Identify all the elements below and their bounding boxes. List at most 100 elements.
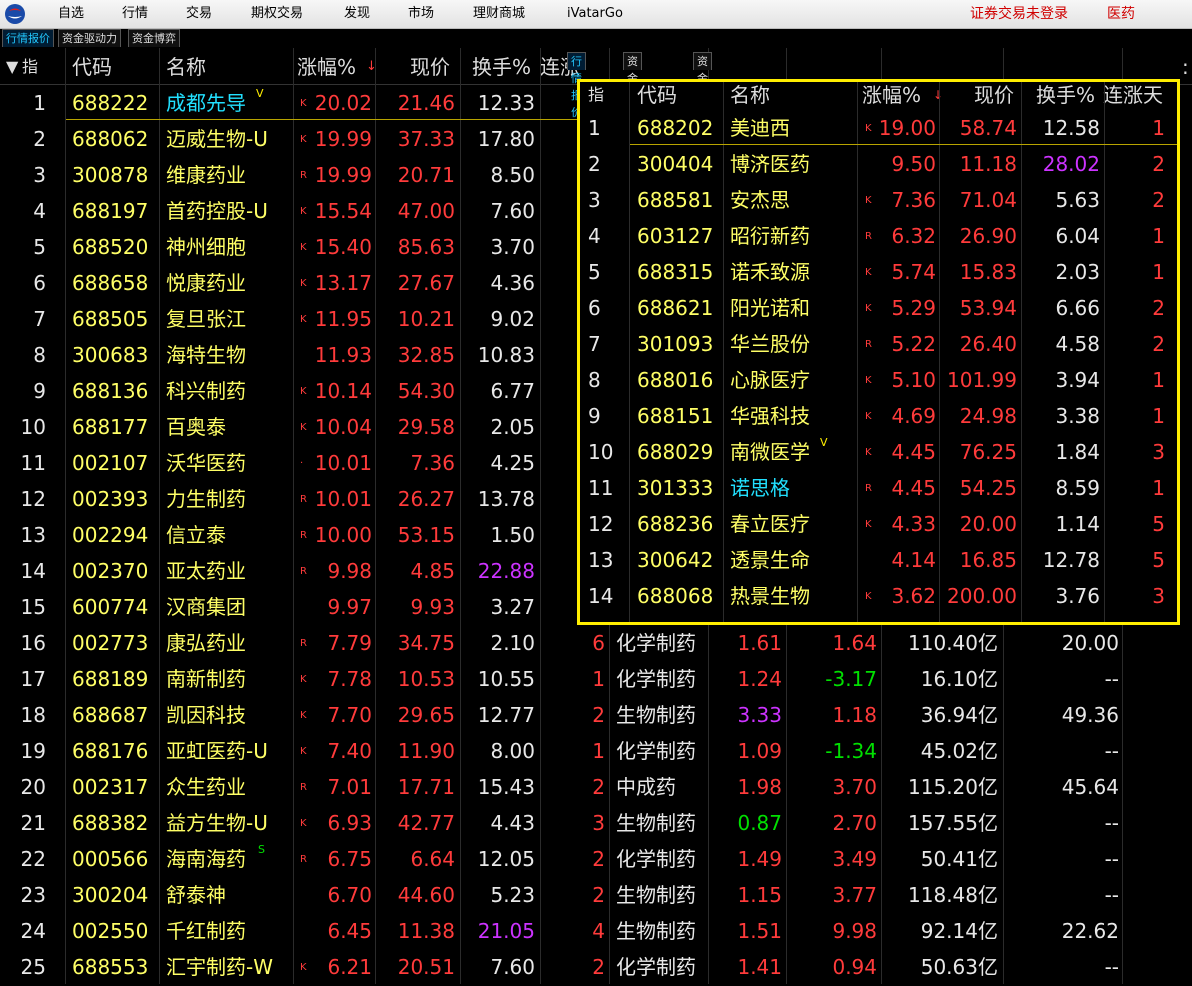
col-header-name[interactable]: 名称 xyxy=(166,48,206,84)
table-row[interactable]: 19 688176 亚虹医药-U K 7.40 11.90 8.00 1 化学制药 1.09 -1.… xyxy=(0,732,1192,768)
stock-name: 汇宇制药-W xyxy=(166,955,273,979)
menu-item-market[interactable]: 市场 xyxy=(408,0,434,28)
menu-item-ivatargo[interactable]: iVatarGo xyxy=(567,0,623,28)
popup-table-row[interactable]: 6 688621 阳光诺和 K 5.29 53.94 6.66 2 xyxy=(580,289,1177,325)
popup-col-header-turnover[interactable]: 换手% xyxy=(1036,82,1095,112)
popup-stock-code: 688315 xyxy=(637,260,714,284)
popup-table-row[interactable]: 14 688068 热景生物 K 3.62 200.00 3.76 3 xyxy=(580,577,1177,613)
popup-col-header-streak[interactable]: 连涨天 xyxy=(1103,82,1163,112)
popup-table-row[interactable]: 4 603127 昭衍新药 R 6.32 26.90 6.04 1 xyxy=(580,217,1177,253)
change-percent: 15.54 xyxy=(314,199,372,223)
industry-name: 化学制药 xyxy=(616,631,696,655)
menu-item-watchlist[interactable]: 自选 xyxy=(58,0,84,28)
popup-row-index: 1 xyxy=(588,116,601,140)
sort-desc-icon[interactable]: ▼ xyxy=(6,48,18,84)
table-row[interactable]: 17 688189 南新制药 K 7.78 10.53 10.55 1 化学制药 1.24 -3.1… xyxy=(0,660,1192,696)
popup-table-row[interactable]: 1 688202 美迪西 K 19.00 58.74 12.58 1 xyxy=(580,109,1177,145)
change-percent: 10.04 xyxy=(314,415,372,439)
app-logo-icon[interactable] xyxy=(4,3,26,25)
popup-table-row[interactable]: 10 688029 南微医学 V K 4.45 76.25 1.84 3 xyxy=(580,433,1177,469)
up-streak-days: 2 xyxy=(592,955,605,979)
col-header-change[interactable]: 涨幅% xyxy=(297,48,356,84)
market-cap: 157.55亿 xyxy=(908,811,998,835)
col-header-code[interactable]: 代码 xyxy=(72,48,112,84)
popup-table-row[interactable]: 2 300404 博济医药 9.50 11.18 28.02 2 xyxy=(580,145,1177,181)
menu-item-discover[interactable]: 发现 xyxy=(344,0,370,28)
popup-table-row[interactable]: 8 688016 心脉医疗 K 5.10 101.99 3.94 1 xyxy=(580,361,1177,397)
popup-col-header-price[interactable]: 现价 xyxy=(974,82,1014,112)
table-row[interactable]: 21 688382 益方生物-U K 6.93 42.77 4.43 3 生物制药 0.87 2.7… xyxy=(0,804,1192,840)
stock-tag-badge: S xyxy=(258,843,265,856)
market-cap: 45.02亿 xyxy=(920,739,998,763)
table-row[interactable]: 23 300204 舒泰神 6.70 44.60 5.23 2 生物制药 1.15 3.77 118… xyxy=(0,876,1192,912)
table-row[interactable]: 25 688553 汇宇制药-W K 6.21 20.51 7.60 2 化学制药 1.41 0.9… xyxy=(0,948,1192,984)
table-row[interactable]: 24 002550 千红制药 6.45 11.38 21.05 4 生物制药 1.51 9.98 9… xyxy=(0,912,1192,948)
metric-value-2: 2.70 xyxy=(832,811,877,835)
popup-col-header-code[interactable]: 代码 xyxy=(637,82,677,112)
popup-tab-capital-drive[interactable]: 资金驱动力 xyxy=(623,52,642,136)
popup-table-row[interactable]: 9 688151 华强科技 K 4.69 24.98 3.38 1 xyxy=(580,397,1177,433)
popup-stock-code: 688236 xyxy=(637,512,714,536)
tab-capital-game[interactable]: 资金博弈 xyxy=(128,29,180,47)
stock-name: 维康药业 xyxy=(166,163,246,187)
popup-up-streak-days: 1 xyxy=(1152,260,1165,284)
tab-capital-drive[interactable]: 资金驱动力 xyxy=(58,29,121,47)
metric-value-1: 1.15 xyxy=(737,883,782,907)
turnover-rate: 9.02 xyxy=(490,307,535,331)
menu-item-trade[interactable]: 交易 xyxy=(186,0,212,28)
current-price: 10.21 xyxy=(397,307,455,331)
popup-col-header-change[interactable]: 涨幅% xyxy=(862,82,921,112)
change-percent: 10.14 xyxy=(314,379,372,403)
popup-stock-code: 688151 xyxy=(637,404,714,428)
popup-table-row[interactable]: 3 688581 安杰思 K 7.36 71.04 5.63 2 xyxy=(580,181,1177,217)
popup-table-row[interactable]: 12 688236 春立医疗 K 4.33 20.00 1.14 5 xyxy=(580,505,1177,541)
table-row[interactable]: 20 002317 众生药业 R 7.01 17.71 15.43 2 中成药 1.98 3.70 1… xyxy=(0,768,1192,804)
popup-table-row[interactable]: 7 301093 华兰股份 R 5.22 26.40 4.58 2 xyxy=(580,325,1177,361)
current-price: 6.64 xyxy=(410,847,455,871)
market-cap: 110.40亿 xyxy=(908,631,998,655)
login-status-link[interactable]: 证券交易未登录 xyxy=(970,0,1068,28)
sector-popup-panel[interactable]: 指 代码 名称 涨幅% ↓ 现价 换手% 连涨天 1688202美迪西K19.0… xyxy=(577,79,1180,625)
change-percent: 13.17 xyxy=(314,271,372,295)
popup-tab-capital-game[interactable]: 资金博弈 xyxy=(693,52,712,119)
popup-col-header-index[interactable]: 指 xyxy=(588,82,604,112)
popup-turnover-rate: 1.14 xyxy=(1055,512,1100,536)
menu-item-wealth-mall[interactable]: 理财商城 xyxy=(473,0,525,28)
industry-name: 中成药 xyxy=(616,775,676,799)
popup-col-header-name[interactable]: 名称 xyxy=(730,82,770,112)
change-percent: 9.97 xyxy=(327,595,372,619)
menu-item-quotes[interactable]: 行情 xyxy=(122,0,148,28)
col-header-index[interactable]: 指 xyxy=(22,48,38,84)
stock-name: 神州细胞 xyxy=(166,235,246,259)
popup-stock-code: 688029 xyxy=(637,440,714,464)
popup-table-row[interactable]: 11 301333 诺思格 R 4.45 54.25 8.59 1 xyxy=(580,469,1177,505)
popup-row-index: 8 xyxy=(588,368,601,392)
up-streak-days: 6 xyxy=(592,631,605,655)
popup-row-index: 9 xyxy=(588,404,601,428)
table-row[interactable]: 16 002773 康弘药业 R 7.79 34.75 2.10 6 化学制药 1.61 1.64 1… xyxy=(0,624,1192,660)
row-index: 3 xyxy=(33,163,46,187)
change-percent: 6.70 xyxy=(327,883,372,907)
tab-quotes[interactable]: 行情报价 xyxy=(2,29,54,47)
popup-tab-quotes[interactable]: 行情报价 xyxy=(567,52,586,119)
stock-code: 000566 xyxy=(72,847,149,871)
menu-item-options-trade[interactable]: 期权交易 xyxy=(251,0,303,28)
stock-name: 复旦张江 xyxy=(166,307,246,331)
popup-turnover-rate: 12.78 xyxy=(1042,548,1100,572)
turnover-rate: 5.23 xyxy=(490,883,535,907)
popup-stock-name: 阳光诺和 xyxy=(730,296,810,320)
stock-code: 002550 xyxy=(72,919,149,943)
col-header-price[interactable]: 现价 xyxy=(410,48,450,84)
change-percent: 19.99 xyxy=(314,127,372,151)
table-row[interactable]: 22 000566 海南海药 S R 6.75 6.64 12.05 2 化学制药 1.49 3.49… xyxy=(0,840,1192,876)
turnover-rate: 12.77 xyxy=(477,703,535,727)
stock-code: 300204 xyxy=(72,883,149,907)
row-index: 21 xyxy=(20,811,46,835)
pe-ratio: -- xyxy=(1104,847,1119,871)
popup-table-row[interactable]: 5 688315 诺禾致源 K 5.74 15.83 2.03 1 xyxy=(580,253,1177,289)
col-header-turnover[interactable]: 换手% xyxy=(472,48,531,84)
popup-current-price: 54.25 xyxy=(959,476,1017,500)
table-row[interactable]: 18 688687 凯因科技 K 7.70 29.65 12.77 2 生物制药 3.33 1.18… xyxy=(0,696,1192,732)
popup-table-row[interactable]: 13 300642 透景生命 4.14 16.85 12.78 5 xyxy=(580,541,1177,577)
popup-up-streak-days: 1 xyxy=(1152,404,1165,428)
